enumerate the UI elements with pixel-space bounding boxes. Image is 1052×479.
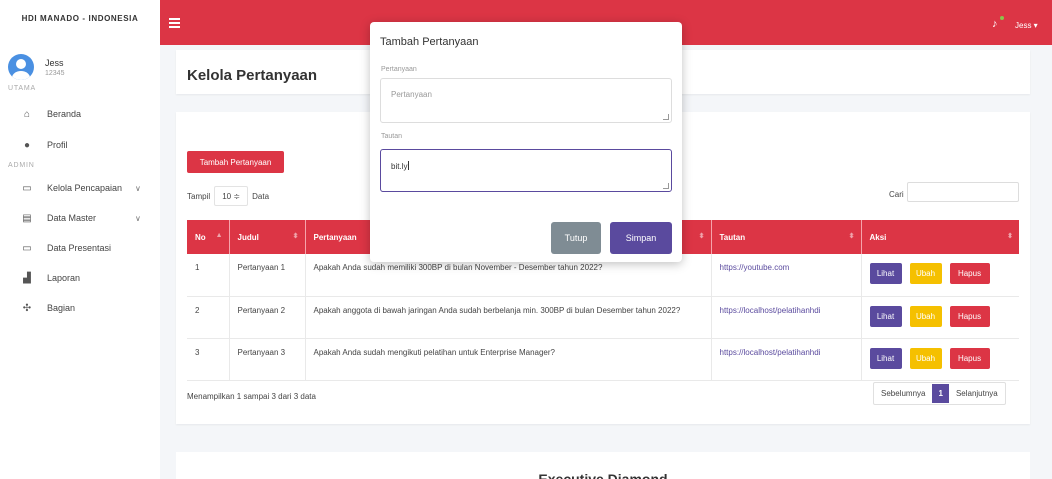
- home-icon: ⌂: [23, 108, 31, 120]
- delete-button[interactable]: Hapus: [949, 263, 990, 284]
- pagination-page-1[interactable]: 1: [932, 384, 949, 403]
- section-label-admin: ADMIN: [8, 162, 35, 169]
- sidebar-item-label: Kelola Pencapaian: [47, 183, 123, 193]
- sidebar-item-laporan[interactable]: ▟ Laporan: [0, 263, 160, 293]
- resize-grip-icon[interactable]: [663, 114, 669, 120]
- user-menu[interactable]: Jess ▾: [1015, 21, 1038, 30]
- sort-icon: ⬍: [292, 233, 299, 240]
- cell-pertanyaan: Apakah Anda sudah mengikuti pelatihan un…: [305, 338, 712, 381]
- sort-icon: ▲: [215, 232, 223, 239]
- resize-grip-icon[interactable]: [663, 183, 669, 189]
- delete-button[interactable]: Hapus: [949, 305, 990, 327]
- monitor-icon: ▭: [22, 242, 32, 254]
- page-length-select[interactable]: 10 ≑: [214, 186, 249, 206]
- cell-tautan-link[interactable]: https://localhost/pelatihanhdi: [711, 338, 862, 381]
- table-row: 2 Pertanyaan 2 Apakah anggota di bawah j…: [187, 296, 1019, 339]
- clipboard-icon: ▤: [22, 212, 32, 224]
- cell-tautan-link[interactable]: https://youtube.com: [711, 254, 862, 297]
- sidebar-item-label: Data Master: [47, 213, 97, 223]
- column-header-judul[interactable]: Judul ⬍: [229, 220, 306, 254]
- page-title: Kelola Pertanyaan: [187, 67, 318, 84]
- link-value: bit.ly: [391, 162, 408, 171]
- cell-actions: Lihat Ubah Hapus: [861, 254, 1019, 297]
- view-button[interactable]: Lihat: [869, 263, 902, 284]
- cell-judul: Pertanyaan 3: [229, 338, 306, 381]
- edit-button[interactable]: Ubah: [909, 305, 942, 327]
- avatar: [8, 54, 34, 80]
- show-suffix: Data: [252, 191, 270, 201]
- sidebar-item-beranda[interactable]: ⌂ Beranda: [0, 99, 160, 129]
- pagination-previous[interactable]: Sebelumnya: [874, 383, 932, 404]
- sidebar-item-label: Data Presentasi: [47, 243, 112, 253]
- sidebar-item-bagian[interactable]: ✣ Bagian: [0, 293, 160, 323]
- column-header-aksi[interactable]: Aksi ⬍: [861, 220, 1019, 254]
- modal-title: Tambah Pertanyaan: [380, 36, 479, 48]
- section-label-main: UTAMA: [8, 85, 36, 92]
- sidebar-item-label: Bagian: [47, 303, 76, 313]
- cell-no: 1: [187, 254, 230, 297]
- cell-no: 2: [187, 296, 230, 339]
- user-icon: ●: [23, 139, 31, 151]
- text-cursor: [408, 161, 410, 170]
- view-button[interactable]: Lihat: [869, 305, 902, 327]
- sidebar-item-data-master[interactable]: ▤ Data Master ∨: [0, 203, 160, 233]
- sidebar: HDI MANADO - INDONESIA Jess 12345 UTAMA …: [0, 0, 160, 479]
- puzzle-icon: ✣: [22, 302, 32, 314]
- link-textarea[interactable]: bit.ly: [380, 149, 672, 192]
- question-label: Pertanyaan: [381, 66, 417, 73]
- pagination: Sebelumnya 1 Selanjutnya: [873, 382, 1006, 405]
- question-placeholder: Pertanyaan: [391, 90, 432, 99]
- cell-judul: Pertanyaan 1: [229, 254, 306, 297]
- cell-pertanyaan: Apakah anggota di bawah jaringan Anda su…: [305, 296, 712, 339]
- cell-judul: Pertanyaan 2: [229, 296, 306, 339]
- sidebar-item-label: Beranda: [47, 109, 82, 119]
- sort-icon: ⬍: [1007, 233, 1013, 240]
- edit-button[interactable]: Ubah: [909, 263, 942, 284]
- sidebar-item-label: Laporan: [47, 273, 81, 283]
- add-question-modal: Tambah Pertanyaan Pertanyaan Pertanyaan …: [370, 22, 682, 262]
- column-header-tautan[interactable]: Tautan ⬍: [711, 220, 862, 254]
- executive-diamond-card: Executive Diamond: [176, 452, 1030, 479]
- delete-button[interactable]: Hapus: [949, 347, 990, 369]
- add-question-button[interactable]: Tambah Pertanyaan: [187, 151, 284, 173]
- search-input[interactable]: [907, 182, 1019, 202]
- show-label: Tampil: [187, 191, 211, 201]
- cell-actions: Lihat Ubah Hapus: [861, 338, 1019, 381]
- column-header-no[interactable]: No ▲: [187, 220, 230, 254]
- edit-button[interactable]: Ubah: [909, 347, 942, 369]
- close-button[interactable]: Tutup: [551, 222, 601, 254]
- question-textarea[interactable]: Pertanyaan: [380, 78, 672, 123]
- sort-icon: ⬍: [698, 233, 705, 240]
- notification-dot: [1000, 16, 1004, 20]
- card-title: Executive Diamond: [538, 471, 668, 479]
- pagination-next[interactable]: Selanjutnya: [949, 383, 1005, 404]
- user-id: 12345: [45, 69, 65, 77]
- sidebar-item-kelola-pencapaian[interactable]: ▭ Kelola Pencapaian ∨: [0, 173, 160, 203]
- user-name: Jess: [45, 57, 64, 68]
- sidebar-item-data-presentasi[interactable]: ▭ Data Presentasi: [0, 233, 160, 263]
- view-button[interactable]: Lihat: [869, 347, 902, 369]
- cell-actions: Lihat Ubah Hapus: [861, 296, 1019, 339]
- chevron-down-icon: ∨: [135, 183, 141, 193]
- calendar-icon: ▭: [22, 182, 32, 194]
- table-row: 3 Pertanyaan 3 Apakah Anda sudah mengiku…: [187, 338, 1019, 381]
- sidebar-item-label: Profil: [47, 140, 68, 150]
- chevron-down-icon: ∨: [135, 213, 141, 223]
- sort-icon: ⬍: [848, 233, 855, 240]
- cell-tautan-link[interactable]: https://localhost/pelatihanhdi: [711, 296, 862, 339]
- bell-icon[interactable]: ♪: [992, 18, 998, 30]
- link-label: Tautan: [381, 133, 403, 140]
- sidebar-item-profil[interactable]: ● Profil: [0, 130, 160, 160]
- cell-no: 3: [187, 338, 230, 381]
- brand-name: HDI MANADO - INDONESIA: [21, 13, 139, 23]
- save-button[interactable]: Simpan: [610, 222, 672, 254]
- user-panel: Jess 12345: [0, 36, 160, 84]
- page-length-control: Tampil 10 ≑ Data: [187, 186, 269, 206]
- table-info: Menampilkan 1 sampai 3 dari 3 data: [187, 392, 316, 401]
- bar-chart-icon: ▟: [23, 272, 31, 284]
- menu-toggle-icon[interactable]: [169, 18, 180, 30]
- search-label: Cari: [889, 190, 904, 199]
